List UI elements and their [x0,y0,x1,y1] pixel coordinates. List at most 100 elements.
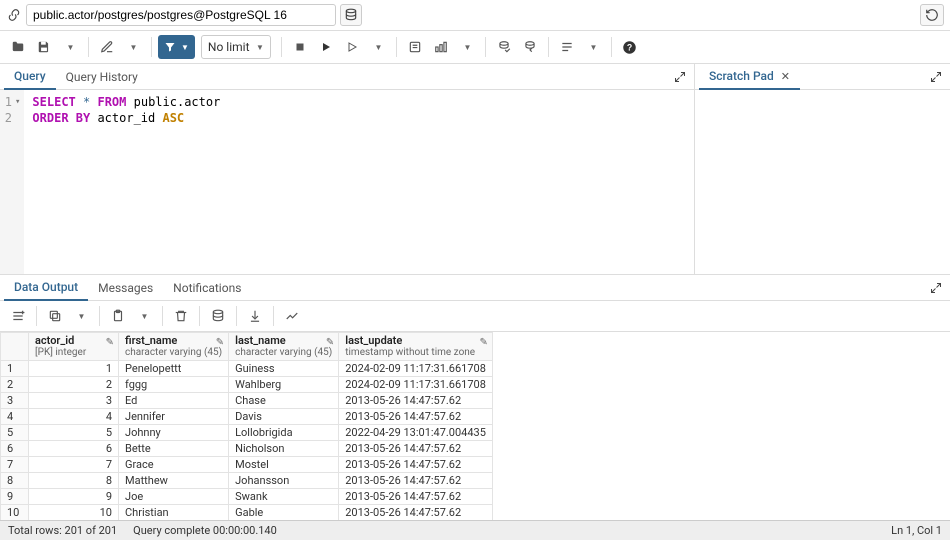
row-number[interactable]: 2 [1,377,29,393]
cell-actor-id[interactable]: 6 [29,441,119,457]
row-number[interactable]: 3 [1,393,29,409]
cell-last-update[interactable]: 2013-05-26 14:47:57.62 [339,393,493,409]
row-number[interactable]: 9 [1,489,29,505]
cell-first-name[interactable]: Grace [119,457,229,473]
tab-notifications[interactable]: Notifications [163,276,251,300]
cell-first-name[interactable]: Ed [119,393,229,409]
cell-actor-id[interactable]: 3 [29,393,119,409]
tab-messages[interactable]: Messages [88,276,163,300]
row-number[interactable]: 5 [1,425,29,441]
results-grid[interactable]: actor_id[PK] integer✎first_namecharacter… [0,332,950,520]
table-row[interactable]: 11PenelopetttGuiness2024-02-09 11:17:31.… [1,361,493,377]
edit-column-icon[interactable]: ✎ [106,337,114,348]
execute-button[interactable] [314,35,338,59]
cell-actor-id[interactable]: 7 [29,457,119,473]
column-header[interactable]: last_namecharacter varying (45)✎ [229,333,339,361]
tab-query-history[interactable]: Query History [56,65,148,89]
cell-last-name[interactable]: Nicholson [229,441,339,457]
cell-last-update[interactable]: 2013-05-26 14:47:57.62 [339,489,493,505]
download-button[interactable] [243,304,267,328]
cell-last-update[interactable]: 2013-05-26 14:47:57.62 [339,409,493,425]
cell-first-name[interactable]: Joe [119,489,229,505]
cell-last-update[interactable]: 2013-05-26 14:47:57.62 [339,473,493,489]
cell-first-name[interactable]: Penelopettt [119,361,229,377]
expand-editor-icon[interactable] [670,69,690,85]
reset-layout-button[interactable] [920,4,944,26]
cell-last-update[interactable]: 2013-05-26 14:47:57.62 [339,505,493,521]
tab-scratch-pad[interactable]: Scratch Pad ✕ [699,64,800,90]
edit-button[interactable] [95,35,119,59]
sql-editor[interactable]: 1▾ 2 SELECT * FROM public.actor ORDER BY… [0,90,694,274]
column-header[interactable]: last_updatetimestamp without time zone✎ [339,333,493,361]
table-row[interactable]: 55JohnnyLollobrigida2022-04-29 13:01:47.… [1,425,493,441]
scratch-body[interactable] [695,90,950,274]
edit-dropdown[interactable]: ▼ [121,35,145,59]
cell-last-name[interactable]: Johansson [229,473,339,489]
cell-first-name[interactable]: fggg [119,377,229,393]
row-number[interactable]: 7 [1,457,29,473]
add-row-button[interactable] [6,304,30,328]
cell-first-name[interactable]: Matthew [119,473,229,489]
editor-code[interactable]: SELECT * FROM public.actor ORDER BY acto… [24,90,694,274]
open-file-button[interactable] [6,35,30,59]
cell-last-update[interactable]: 2024-02-09 11:17:31.661708 [339,361,493,377]
cell-actor-id[interactable]: 10 [29,505,119,521]
save-button[interactable] [32,35,56,59]
cell-last-name[interactable]: Mostel [229,457,339,473]
table-row[interactable]: 44JenniferDavis2013-05-26 14:47:57.62 [1,409,493,425]
copy-dropdown[interactable]: ▼ [69,304,93,328]
cell-last-name[interactable]: Swank [229,489,339,505]
stop-button[interactable] [288,35,312,59]
table-row[interactable]: 77GraceMostel2013-05-26 14:47:57.62 [1,457,493,473]
cell-first-name[interactable]: Christian [119,505,229,521]
table-row[interactable]: 22fgggWahlberg2024-02-09 11:17:31.661708 [1,377,493,393]
cell-last-name[interactable]: Chase [229,393,339,409]
commit-button[interactable] [492,35,516,59]
table-row[interactable]: 66BetteNicholson2013-05-26 14:47:57.62 [1,441,493,457]
cell-first-name[interactable]: Johnny [119,425,229,441]
tab-query[interactable]: Query [4,64,56,90]
cell-actor-id[interactable]: 8 [29,473,119,489]
cell-last-name[interactable]: Wahlberg [229,377,339,393]
cell-last-name[interactable]: Gable [229,505,339,521]
cell-actor-id[interactable]: 4 [29,409,119,425]
expand-scratch-icon[interactable] [926,69,946,85]
table-row[interactable]: 99JoeSwank2013-05-26 14:47:57.62 [1,489,493,505]
help-button[interactable]: ? [618,35,642,59]
tab-data-output[interactable]: Data Output [4,275,88,301]
save-data-button[interactable] [206,304,230,328]
edit-column-icon[interactable]: ✎ [216,337,224,348]
explain-button[interactable] [403,35,427,59]
cell-first-name[interactable]: Jennifer [119,409,229,425]
cell-actor-id[interactable]: 2 [29,377,119,393]
column-header[interactable]: actor_id[PK] integer✎ [29,333,119,361]
cell-last-update[interactable]: 2013-05-26 14:47:57.62 [339,457,493,473]
cell-actor-id[interactable]: 9 [29,489,119,505]
close-icon[interactable]: ✕ [781,70,790,83]
analyze-dropdown[interactable]: ▼ [455,35,479,59]
connection-input[interactable] [26,4,336,26]
row-number[interactable]: 8 [1,473,29,489]
expand-results-icon[interactable] [926,280,946,296]
macros-button[interactable] [555,35,579,59]
execute-options-dropdown[interactable]: ▼ [366,35,390,59]
rollback-button[interactable] [518,35,542,59]
cell-last-name[interactable]: Guiness [229,361,339,377]
cell-first-name[interactable]: Bette [119,441,229,457]
filter-button[interactable]: ▼ [158,35,195,59]
execute-options-button[interactable] [340,35,364,59]
limit-select[interactable]: No limit ▼ [201,35,271,59]
cell-actor-id[interactable]: 5 [29,425,119,441]
server-button[interactable] [340,4,362,26]
delete-row-button[interactable] [169,304,193,328]
analyze-button[interactable] [429,35,453,59]
row-number[interactable]: 6 [1,441,29,457]
row-number[interactable]: 1 [1,361,29,377]
cell-last-name[interactable]: Davis [229,409,339,425]
row-number[interactable]: 4 [1,409,29,425]
row-number[interactable]: 10 [1,505,29,521]
edit-column-icon[interactable]: ✎ [326,337,334,348]
graph-visualizer-button[interactable] [280,304,304,328]
paste-dropdown[interactable]: ▼ [132,304,156,328]
table-row[interactable]: 88MatthewJohansson2013-05-26 14:47:57.62 [1,473,493,489]
